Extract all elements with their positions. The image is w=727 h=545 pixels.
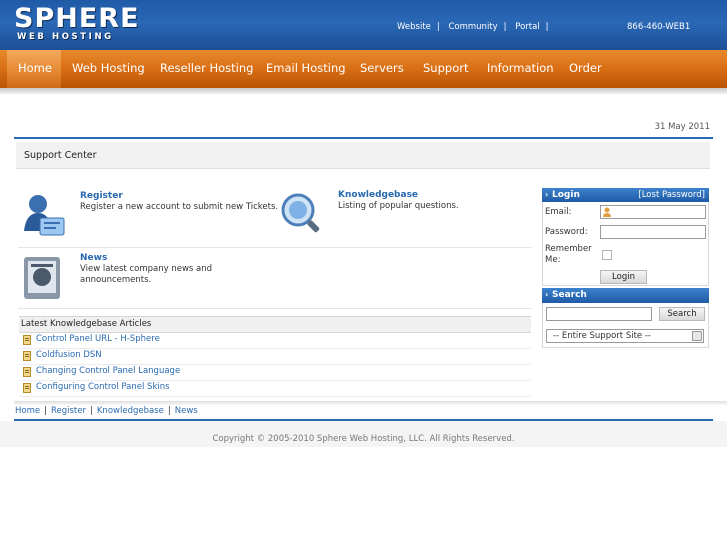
footer-separator: | (89, 406, 93, 416)
footer-separator: | (167, 406, 171, 416)
footer-links: Home | Register | Knowledgebase | News (15, 406, 198, 416)
top-link-website[interactable]: Website (397, 22, 431, 32)
remember-me-checkbox[interactable] (602, 250, 612, 260)
logo-wordmark: SPHERE (14, 3, 140, 34)
password-field[interactable] (600, 225, 706, 239)
document-icon (23, 383, 31, 393)
list-item[interactable]: Coldfusion DSN (19, 348, 531, 365)
email-field[interactable] (600, 205, 706, 219)
document-icon (23, 335, 31, 345)
divider (18, 247, 532, 248)
kb-article-link[interactable]: Changing Control Panel Language (36, 366, 180, 376)
nav-email-hosting[interactable]: Email Hosting (266, 61, 346, 75)
nav-support[interactable]: Support (423, 61, 468, 75)
divider (14, 401, 727, 405)
footer-link-knowledgebase[interactable]: Knowledgebase (97, 406, 164, 416)
knowledgebase-description: Listing of popular questions. (338, 201, 459, 211)
news-description: View latest company news and announcemen… (80, 264, 213, 285)
login-panel-header: › Login [Lost Password] (542, 188, 709, 202)
nav-reseller-hosting[interactable]: Reseller Hosting (160, 61, 253, 75)
list-item[interactable]: Changing Control Panel Language (19, 364, 531, 381)
top-links: Website | Community | Portal | (397, 22, 555, 32)
nav-web-hosting[interactable]: Web Hosting (72, 61, 145, 75)
top-link-separator: | (436, 22, 440, 32)
search-panel-header: › Search (542, 288, 709, 303)
password-label: Password: (545, 227, 588, 237)
nav-servers[interactable]: Servers (360, 61, 404, 75)
nav-order[interactable]: Order (569, 61, 602, 75)
copyright: Copyright © 2005-2010 Sphere Web Hosting… (212, 434, 515, 444)
phone-number: 866-460-WEB1 (627, 22, 691, 32)
register-link[interactable]: Register (80, 191, 123, 201)
footer-separator: | (44, 406, 47, 416)
email-label: Email: (545, 207, 572, 217)
main-nav: Home Web Hosting Reseller Hosting Email … (0, 50, 727, 88)
document-icon (23, 351, 31, 361)
page-title: Support Center (24, 150, 97, 161)
lost-password-link[interactable]: [Lost Password] (638, 190, 705, 200)
newspaper-icon (24, 257, 60, 299)
top-link-separator: | (545, 22, 549, 32)
breadcrumb: Support Center (16, 142, 710, 169)
top-link-community[interactable]: Community (448, 22, 497, 32)
search-input[interactable] (546, 307, 652, 321)
document-icon (23, 367, 31, 377)
top-link-separator: | (503, 22, 507, 32)
current-date: 31 May 2011 (654, 122, 710, 132)
kb-article-link[interactable]: Configuring Control Panel Skins (36, 382, 170, 392)
knowledgebase-link[interactable]: Knowledgebase (338, 190, 418, 200)
nav-information[interactable]: Information (487, 61, 554, 75)
user-icon (603, 207, 611, 217)
chevron-down-icon (692, 331, 702, 341)
footer-link-news[interactable]: News (175, 406, 198, 416)
chevron-right-icon: › (545, 290, 549, 299)
sphere-logo[interactable]: SPHERE WEB HOSTING (14, 4, 166, 44)
search-button[interactable]: Search (659, 307, 705, 321)
chevron-right-icon: › (545, 190, 549, 199)
remember-label-cont: Me: (545, 255, 561, 265)
footer-link-register[interactable]: Register (51, 406, 86, 416)
site-header: SPHERE WEB HOSTING Website | Community | P… (0, 0, 727, 50)
footer-link-home[interactable]: Home (15, 406, 40, 416)
search-scope-select[interactable]: -- Entire Support Site -- (546, 329, 704, 343)
login-button[interactable]: Login (600, 270, 647, 284)
list-item[interactable]: Control Panel URL - H-Sphere (19, 332, 531, 349)
list-item[interactable]: Configuring Control Panel Skins (19, 380, 531, 397)
register-tile[interactable]: Register Register a new account to submi… (18, 191, 278, 243)
news-tile[interactable]: News View latest company news and announ… (18, 253, 276, 305)
knowledgebase-tile[interactable]: Knowledgebase Listing of popular questio… (276, 190, 534, 242)
kb-heading: Latest Knowledgebase Articles (21, 319, 152, 329)
nav-shadow (0, 88, 727, 94)
nav-home[interactable]: Home (18, 61, 52, 75)
user-card-icon (24, 195, 65, 236)
search-scope-value: -- Entire Support Site -- (553, 331, 651, 341)
magnifier-globe-icon (281, 193, 320, 233)
news-link[interactable]: News (80, 253, 107, 263)
top-link-portal[interactable]: Portal (515, 22, 539, 32)
login-title: Login (552, 190, 580, 200)
remember-label: Remember (545, 244, 592, 254)
divider (14, 137, 713, 139)
divider (18, 308, 532, 309)
kb-article-link[interactable]: Control Panel URL - H-Sphere (36, 334, 160, 344)
logo-tagline: WEB HOSTING (17, 32, 114, 42)
kb-article-link[interactable]: Coldfusion DSN (36, 350, 102, 360)
register-description: Register a new account to submit new Tic… (80, 202, 279, 212)
kb-articles-header: Latest Knowledgebase Articles (19, 316, 531, 333)
search-title: Search (552, 290, 587, 300)
